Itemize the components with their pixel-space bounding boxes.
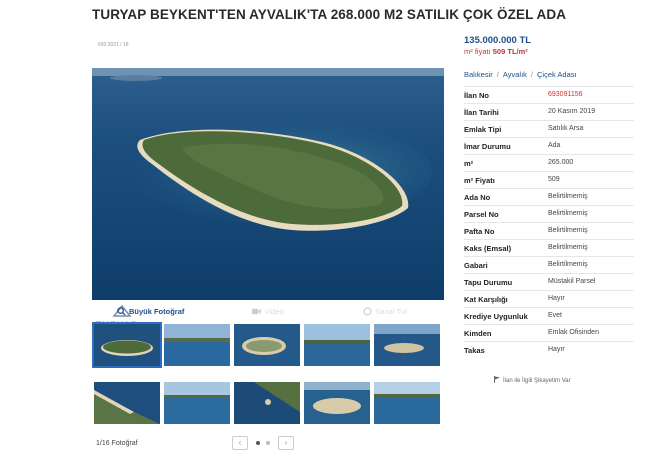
price: 135.000.000 TL bbox=[464, 35, 532, 46]
detail-value: 509 bbox=[548, 176, 560, 183]
detail-row: Kat Karşılığı Hayır bbox=[464, 290, 634, 307]
detail-value: Belirtilmemiş bbox=[548, 227, 588, 234]
breadcrumb: Balıkesir / Ayvalık / Çiçek Adası bbox=[464, 70, 577, 79]
detail-key: Takas bbox=[464, 346, 485, 355]
thumbnail[interactable] bbox=[234, 382, 300, 424]
detail-row: İlan Tarihi 20 Kasım 2019 bbox=[464, 103, 634, 120]
thumbnail[interactable] bbox=[92, 322, 162, 368]
detail-value: Belirtilmemiş bbox=[548, 244, 588, 251]
tab-big-photo-label: Büyük Fotoğraf bbox=[128, 306, 185, 316]
flag-icon bbox=[494, 376, 500, 383]
m2-price: m² fiyatı 509 TL/m² bbox=[464, 47, 528, 56]
detail-key: Emlak Tipi bbox=[464, 125, 502, 134]
detail-value: Belirtilmemiş bbox=[548, 210, 588, 217]
detail-value: Hayır bbox=[548, 295, 565, 302]
detail-row: İmar Durumu Ada bbox=[464, 137, 634, 154]
detail-row: Krediye Uygunluk Evet bbox=[464, 307, 634, 324]
detail-row: Tapu Durumu Müstakil Parsel bbox=[464, 273, 634, 290]
pano-icon bbox=[363, 306, 372, 316]
page-dot[interactable] bbox=[266, 441, 270, 445]
detail-value: Evet bbox=[548, 312, 563, 319]
detail-key: m² Fiyatı bbox=[464, 176, 495, 185]
tab-virtual-tour-label: Sanal Tur bbox=[375, 306, 408, 316]
detail-row: Emlak Tipi Satılık Arsa bbox=[464, 120, 634, 137]
detail-key: Pafta No bbox=[464, 227, 495, 236]
listing-number: 693091156 bbox=[548, 91, 583, 98]
main-photo-panel: 693 2021 / 18 TURYAP bbox=[92, 36, 444, 330]
prev-page-button[interactable]: ‹ bbox=[232, 436, 248, 450]
thumbnail[interactable] bbox=[374, 382, 440, 424]
thumbnail[interactable] bbox=[374, 324, 440, 366]
photo-caption: 693 2021 / 18 bbox=[98, 42, 129, 48]
video-icon bbox=[252, 308, 262, 314]
m2-price-value: 509 TL/m² bbox=[492, 47, 528, 56]
breadcrumb-separator: / bbox=[530, 70, 533, 79]
detail-row: m² Fiyatı 509 bbox=[464, 171, 634, 188]
thumbnail[interactable] bbox=[304, 382, 370, 424]
detail-row: Kimden Emlak Ofisinden bbox=[464, 324, 634, 341]
thumbnail[interactable] bbox=[164, 382, 230, 424]
gallery-pager: 1/16 Fotoğraf ‹ › bbox=[92, 436, 444, 454]
detail-key: İmar Durumu bbox=[464, 142, 511, 151]
breadcrumb-district[interactable]: Ayvalık bbox=[503, 70, 527, 79]
detail-value: Belirtilmemiş bbox=[548, 261, 588, 268]
page-dot[interactable] bbox=[256, 441, 260, 445]
detail-value: Müstakil Parsel bbox=[548, 278, 596, 285]
breadcrumb-city[interactable]: Balıkesir bbox=[464, 70, 493, 79]
main-photo[interactable] bbox=[92, 68, 444, 300]
tab-virtual-tour[interactable]: Sanal Tur bbox=[327, 302, 444, 320]
tab-big-photo[interactable]: Büyük Fotoğraf bbox=[92, 302, 209, 320]
detail-row: Parsel No Belirtilmemiş bbox=[464, 205, 634, 222]
breadcrumb-separator: / bbox=[496, 70, 499, 79]
detail-value: 265.000 bbox=[548, 159, 574, 166]
detail-key: Ada No bbox=[464, 193, 491, 202]
detail-row: Gabari Belirtilmemiş bbox=[464, 256, 634, 273]
detail-key: m² bbox=[464, 159, 474, 168]
thumbnail[interactable] bbox=[164, 324, 230, 366]
photo-tabs: Büyük Fotoğraf Video Sanal Tur bbox=[92, 302, 444, 320]
complaint-link[interactable]: İlan ile İlgili Şikayetim Var bbox=[494, 376, 571, 384]
detail-key: İlan Tarihi bbox=[464, 108, 499, 117]
listing-title: TURYAP BEYKENT'TEN AYVALIK'TA 268.000 M2… bbox=[92, 7, 567, 22]
detail-row: Kaks (Emsal) Belirtilmemiş bbox=[464, 239, 634, 256]
detail-key: Kat Karşılığı bbox=[464, 295, 508, 304]
detail-value: Ada bbox=[548, 142, 561, 149]
breadcrumb-neighborhood[interactable]: Çiçek Adası bbox=[537, 70, 577, 79]
detail-row: m² 265.000 bbox=[464, 154, 634, 171]
detail-value: Emlak Ofisinden bbox=[548, 329, 599, 336]
detail-key: İlan No bbox=[464, 91, 490, 100]
detail-value: Satılık Arsa bbox=[548, 125, 584, 132]
detail-value: Belirtilmemiş bbox=[548, 193, 588, 200]
detail-key: Kaks (Emsal) bbox=[464, 244, 512, 253]
tab-video[interactable]: Video bbox=[209, 302, 326, 320]
complaint-label: İlan ile İlgili Şikayetim Var bbox=[503, 378, 571, 384]
detail-key: Tapu Durumu bbox=[464, 278, 513, 287]
detail-row: Pafta No Belirtilmemiş bbox=[464, 222, 634, 239]
detail-key: Gabari bbox=[464, 261, 488, 270]
detail-row: Takas Hayır bbox=[464, 341, 634, 358]
m2-price-label: m² fiyatı bbox=[464, 47, 491, 56]
detail-key: Parsel No bbox=[464, 210, 499, 219]
detail-row: İlan No 693091156 bbox=[464, 86, 634, 103]
detail-key: Krediye Uygunluk bbox=[464, 312, 528, 321]
tab-video-label: Video bbox=[264, 306, 284, 316]
thumbnail[interactable] bbox=[234, 324, 300, 366]
next-page-button[interactable]: › bbox=[278, 436, 294, 450]
thumbnail[interactable] bbox=[304, 324, 370, 366]
thumbnail[interactable] bbox=[94, 382, 160, 424]
detail-value: Hayır bbox=[548, 346, 565, 353]
detail-row: Ada No Belirtilmemiş bbox=[464, 188, 634, 205]
detail-key: Kimden bbox=[464, 329, 492, 338]
search-icon bbox=[117, 306, 126, 316]
detail-value: 20 Kasım 2019 bbox=[548, 108, 596, 115]
photo-count: 1/16 Fotoğraf bbox=[96, 440, 138, 447]
